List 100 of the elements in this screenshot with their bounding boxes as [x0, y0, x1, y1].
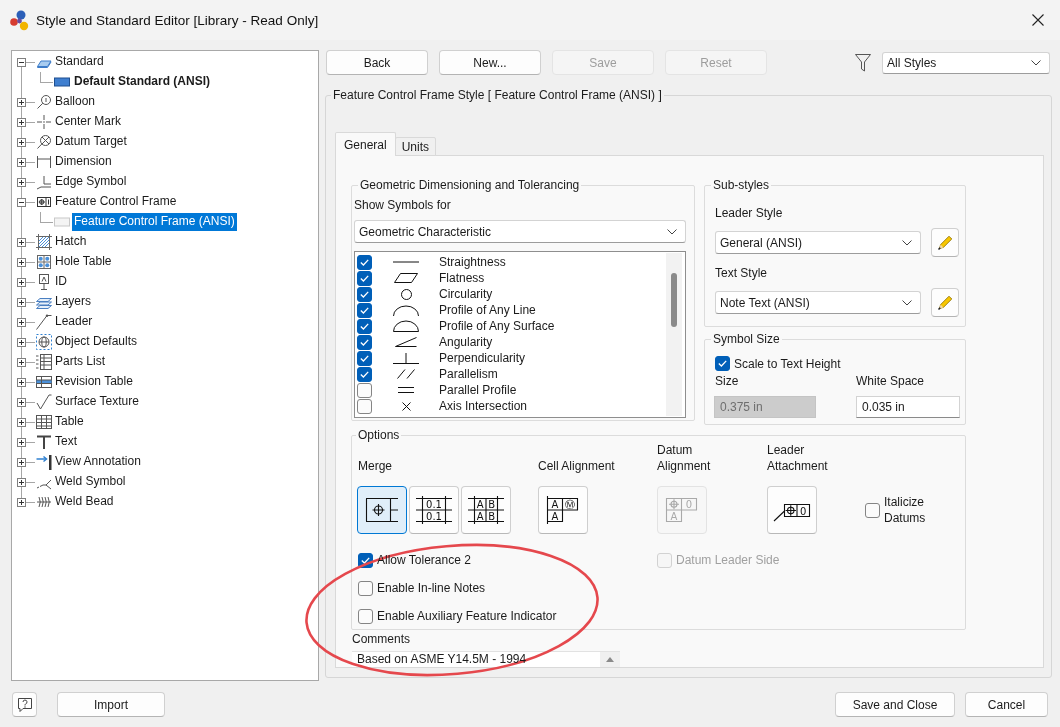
- help-button[interactable]: [12, 692, 37, 717]
- tree-item[interactable]: ID: [53, 273, 69, 291]
- checkbox[interactable]: [357, 270, 372, 286]
- comments-field[interactable]: Based on ASME Y14.5M - 1994: [352, 651, 620, 667]
- tab[interactable]: Units: [394, 137, 437, 156]
- checkbox[interactable]: [715, 356, 730, 371]
- checkbox[interactable]: [357, 334, 372, 350]
- angle-icon: [395, 337, 417, 347]
- expand-icon[interactable]: [17, 257, 26, 267]
- tree-item[interactable]: Weld Bead: [53, 493, 116, 511]
- expand-icon[interactable]: [17, 97, 26, 107]
- style-dropdown[interactable]: Note Text (ANSI): [715, 291, 921, 314]
- expand-icon[interactable]: [17, 137, 26, 147]
- tree-item[interactable]: Text: [53, 433, 79, 451]
- edge-symbol-icon: [36, 174, 52, 190]
- merge-option-button[interactable]: 0.1 0.1: [409, 486, 459, 534]
- checkbox[interactable]: [357, 366, 372, 382]
- grid-icon: [36, 254, 52, 270]
- expand-icon[interactable]: [17, 417, 26, 427]
- symbols-dropdown[interactable]: Geometric Characteristic: [354, 220, 686, 243]
- tree-item[interactable]: Weld Symbol: [53, 473, 128, 491]
- tree-item[interactable]: Default Standard (ANSI): [72, 73, 212, 91]
- expand-icon[interactable]: [17, 397, 26, 407]
- expand-icon[interactable]: [17, 317, 26, 327]
- expand-icon[interactable]: [17, 497, 26, 507]
- arrow-bar-icon: [36, 454, 52, 470]
- checkbox[interactable]: [357, 286, 372, 302]
- cell-alignment-button[interactable]: A Ⓜ A: [538, 486, 588, 534]
- expand-icon[interactable]: [17, 357, 26, 367]
- checkbox[interactable]: [357, 302, 372, 318]
- signboard-icon: [36, 274, 52, 290]
- tree-item[interactable]: Surface Texture: [53, 393, 141, 411]
- expand-icon[interactable]: [17, 297, 26, 307]
- style-dropdown[interactable]: General (ANSI): [715, 231, 921, 254]
- filter-icon[interactable]: [855, 53, 871, 72]
- save-and-close-button[interactable]: Save and Close: [835, 692, 955, 717]
- close-icon: [1032, 14, 1044, 26]
- pencil-icon: [937, 234, 953, 251]
- style-icon: [54, 214, 70, 230]
- expand-icon[interactable]: [17, 277, 26, 287]
- tree-item[interactable]: Standard: [53, 53, 106, 71]
- scrollbar-thumb[interactable]: [671, 273, 677, 327]
- straight-line-icon: [393, 261, 419, 263]
- expand-icon[interactable]: [17, 177, 26, 187]
- checkbox[interactable]: [358, 580, 373, 596]
- collapse-icon[interactable]: [17, 57, 26, 67]
- tree-item[interactable]: Center Mark: [53, 113, 124, 131]
- expand-icon[interactable]: [17, 477, 26, 487]
- scrollbar[interactable]: [666, 253, 682, 416]
- symbol-name: Profile of Any Line: [439, 303, 536, 317]
- symbol-name: Circularity: [439, 287, 493, 301]
- chevron-down-icon: [902, 239, 912, 246]
- toolbar-button[interactable]: New...: [439, 50, 541, 75]
- chevron-down-icon: [902, 299, 912, 306]
- chevron-down-icon: [667, 228, 677, 235]
- expand-icon[interactable]: [17, 337, 26, 347]
- symbol-name: Parallelism: [439, 367, 498, 381]
- expand-icon[interactable]: [17, 157, 26, 167]
- expand-icon[interactable]: [17, 437, 26, 447]
- tree-item[interactable]: Edge Symbol: [53, 173, 129, 191]
- tree-item[interactable]: Leader: [53, 313, 95, 331]
- cancel-button[interactable]: Cancel: [965, 692, 1048, 717]
- tree-item[interactable]: Hatch: [53, 233, 89, 251]
- checkbox[interactable]: [357, 318, 372, 334]
- expand-icon[interactable]: [17, 117, 26, 127]
- checkbox[interactable]: [357, 350, 372, 366]
- tree-item[interactable]: Revision Table: [53, 373, 135, 391]
- expand-icon[interactable]: [17, 457, 26, 467]
- tree-item[interactable]: Hole Table: [53, 253, 114, 271]
- collapse-icon[interactable]: [17, 197, 26, 207]
- tree-item[interactable]: Table: [53, 413, 86, 431]
- style-filter-dropdown[interactable]: All Styles: [882, 51, 1050, 74]
- tree-item[interactable]: Object Defaults: [53, 333, 140, 351]
- tab[interactable]: General: [335, 132, 396, 156]
- tree-item[interactable]: Dimension: [53, 153, 114, 171]
- toolbar-button[interactable]: Back: [326, 50, 428, 75]
- checkbox[interactable]: [865, 502, 880, 518]
- edit-button[interactable]: [931, 288, 959, 317]
- tree-item[interactable]: Datum Target: [53, 133, 129, 151]
- expand-icon[interactable]: [17, 237, 26, 247]
- tree-item[interactable]: Balloon: [53, 93, 98, 111]
- tree-item[interactable]: Layers: [53, 293, 94, 311]
- option-label: Cell Alignment: [538, 458, 616, 474]
- scroll-up-icon[interactable]: [606, 657, 614, 662]
- checkbox[interactable]: [357, 382, 372, 398]
- tree-item[interactable]: Feature Control Frame: [53, 193, 179, 211]
- import-button[interactable]: Import: [57, 692, 165, 717]
- tree-item[interactable]: View Annotation: [53, 453, 143, 471]
- checkbox-label: Datum Leader Side: [676, 553, 780, 567]
- merge-option-button[interactable]: A B A B: [461, 486, 511, 534]
- checkbox[interactable]: [357, 398, 372, 414]
- checkbox[interactable]: [358, 608, 373, 624]
- expand-icon[interactable]: [17, 377, 26, 387]
- value-field[interactable]: 0.035 in: [856, 396, 960, 418]
- tree-item[interactable]: Parts List: [53, 353, 107, 371]
- merge-option-button[interactable]: [357, 486, 407, 534]
- leader-attachment-button[interactable]: 0: [767, 486, 817, 534]
- tree-item[interactable]: Feature Control Frame (ANSI): [72, 213, 237, 231]
- checkbox[interactable]: [357, 254, 372, 270]
- edit-button[interactable]: [931, 228, 959, 257]
